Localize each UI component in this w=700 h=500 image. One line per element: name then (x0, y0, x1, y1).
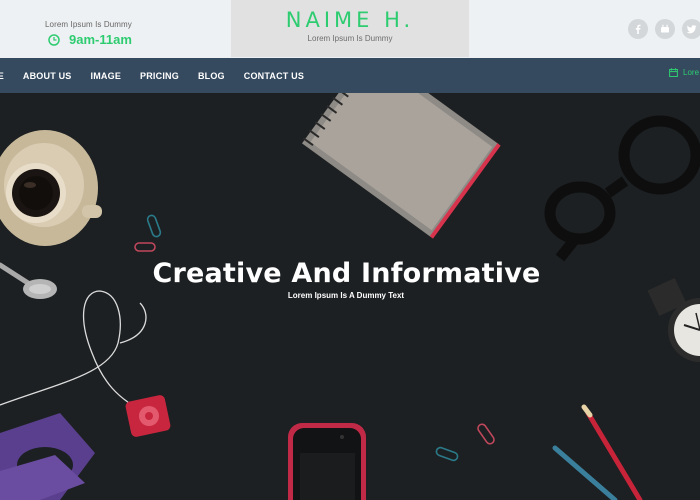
hero-title-text: Creative And Informative (152, 258, 541, 289)
nav-right-text: Lore (683, 68, 700, 77)
earphones-icon (0, 290, 147, 406)
nav-item-pricing[interactable]: PRICING (140, 71, 179, 81)
hours-time: 9am-11am (69, 32, 132, 47)
top-header: Lorem Ipsum Is Dummy 9am-11am NAIME H. L… (0, 0, 700, 58)
hero-subtitle: Lorem Ipsum Is A Dummy Text (0, 291, 700, 300)
glasses-icon (544, 115, 700, 262)
nav-right-info[interactable]: Lore (669, 68, 699, 77)
nav-item-blog[interactable]: BLOG (198, 71, 225, 81)
site-logo[interactable]: NAIME H. Lorem Ipsum Is Dummy (231, 0, 469, 57)
scissors-icon (0, 413, 95, 500)
facebook-icon[interactable] (628, 19, 648, 39)
hero-title: Creative And Informative (0, 258, 700, 289)
nav-item-home[interactable]: ME (0, 71, 4, 81)
hero-banner: Creative And Informative Lorem Ipsum Is … (0, 93, 700, 500)
hero-subtitle-text: Lorem Ipsum Is A Dummy Text (287, 291, 405, 300)
nav-item-contact-us[interactable]: CONTACT US (244, 71, 304, 81)
opening-hours: Lorem Ipsum Is Dummy 9am-11am (45, 20, 132, 47)
clock-icon (48, 33, 60, 46)
logo-subtitle: Lorem Ipsum Is Dummy (307, 34, 393, 43)
pencil-icon (552, 404, 643, 500)
main-nav: ME ABOUT US IMAGE PRICING BLOG CONTACT U… (0, 58, 700, 93)
logo-title: NAIME H. (285, 8, 415, 32)
social-links (628, 19, 700, 39)
notebook-icon (301, 93, 501, 239)
music-player-icon (125, 395, 171, 437)
nav-item-image[interactable]: IMAGE (91, 71, 122, 81)
nav-item-about-us[interactable]: ABOUT US (23, 71, 72, 81)
hours-row: 9am-11am (45, 32, 132, 47)
nav-list: ME ABOUT US IMAGE PRICING BLOG CONTACT U… (0, 58, 323, 93)
hours-label: Lorem Ipsum Is Dummy (45, 20, 132, 29)
twitter-icon[interactable] (682, 19, 700, 39)
coffee-cup-icon (0, 130, 102, 246)
calendar-icon (669, 68, 678, 77)
phone-icon (288, 423, 366, 500)
youtube-icon[interactable] (655, 19, 675, 39)
